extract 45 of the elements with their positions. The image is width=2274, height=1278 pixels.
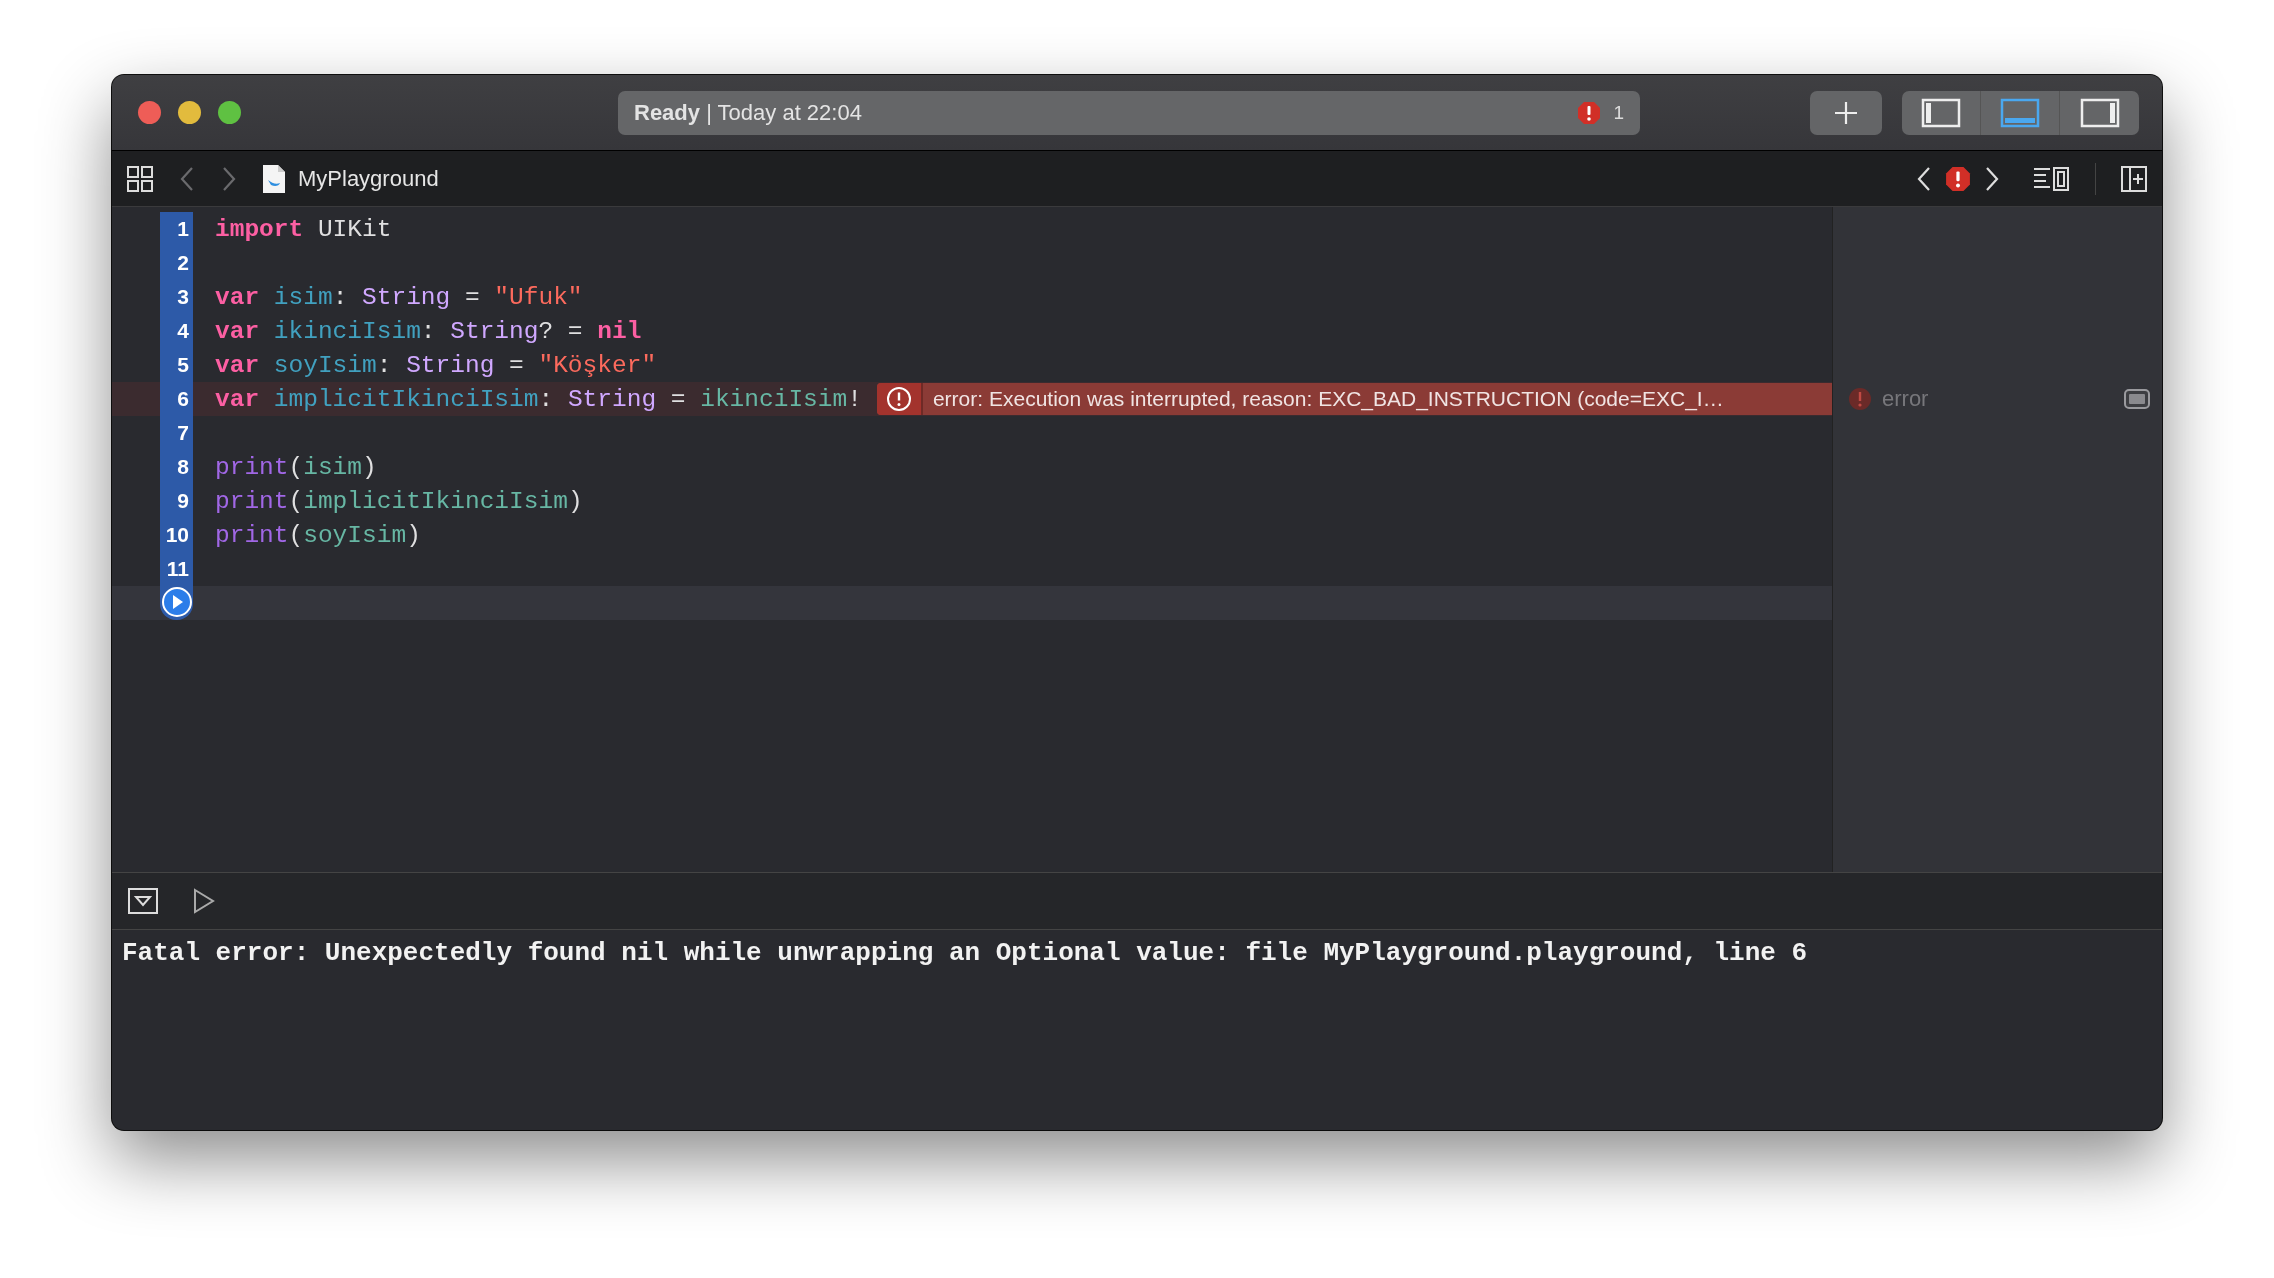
plus-icon	[1833, 99, 1859, 126]
quick-look-icon[interactable]	[2124, 389, 2150, 409]
error-message: error: Execution was interrupted, reason: EXC_BAD_INSTRUCTION (code=EXC_I…	[876, 383, 1832, 415]
console-output: Fatal error: Unexpectedly found nil while unwrapping an Optional value: file MyPlayground.playground, line 6	[122, 938, 1808, 968]
line-number: 3	[160, 280, 193, 314]
code-line: import UIKit	[215, 215, 392, 243]
line-number: 6	[160, 382, 193, 416]
minimize-button[interactable]	[178, 101, 201, 124]
play-icon[interactable]	[192, 888, 216, 914]
code-line: print(isim)	[215, 453, 377, 481]
hide-debug-area-icon[interactable]	[128, 888, 158, 914]
line-number: 1	[160, 212, 193, 246]
add-button[interactable]	[1810, 90, 1882, 135]
error-icon	[1848, 387, 1872, 411]
error-icon[interactable]	[1577, 100, 1602, 125]
left-panel-icon	[1921, 97, 1961, 128]
line-number: 4	[160, 314, 193, 348]
line-number: 8	[160, 450, 193, 484]
line-number: 7	[160, 416, 193, 450]
code-line: var soyIsim: String = "Köşker"	[215, 351, 657, 379]
error-icon	[885, 386, 912, 412]
right-panel-icon	[2079, 97, 2120, 128]
swift-file-icon	[262, 163, 286, 194]
code-line: var isim: String = "Ufuk"	[215, 283, 583, 311]
error-icon[interactable]	[1945, 165, 1971, 192]
line-number: 5	[160, 348, 193, 382]
zoom-button[interactable]	[218, 101, 241, 124]
code-line: print(soyIsim)	[215, 521, 421, 549]
line-number: 9	[160, 484, 193, 518]
line-number: 11	[160, 552, 193, 586]
editor-options-icon[interactable]	[2033, 164, 2071, 193]
line-number: 10	[160, 518, 193, 552]
result-text: error	[1882, 386, 1929, 412]
issue-count: 1	[1613, 101, 1624, 124]
bottom-panel-icon	[2000, 97, 2040, 128]
line-number: 2	[160, 246, 193, 280]
grid-icon[interactable]	[126, 164, 154, 193]
code-line: var implicitIkinciIsim: String = ikinciIsim!	[215, 385, 862, 413]
close-button[interactable]	[138, 101, 161, 124]
run-button[interactable]	[160, 586, 193, 618]
code-line: var ikinciIsim: String? = nil	[215, 317, 642, 345]
file-name[interactable]: MyPlayground	[298, 165, 439, 192]
code-line: print(implicitIkinciIsim)	[215, 487, 583, 515]
add-editor-icon[interactable]	[2120, 164, 2148, 193]
status-text: Ready | Today at 22:04	[634, 99, 863, 126]
